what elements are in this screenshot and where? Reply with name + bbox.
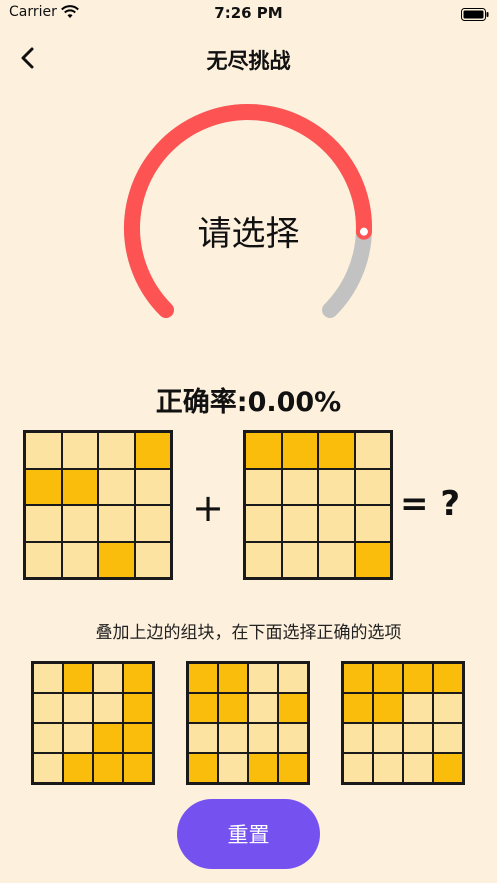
grid-cell <box>124 724 152 752</box>
grid-cell <box>135 506 170 541</box>
grid-cell <box>124 664 152 692</box>
grid-cell <box>219 694 247 722</box>
grid-cell <box>246 542 281 577</box>
grid-cell <box>99 469 134 504</box>
grid-cell <box>219 724 247 752</box>
grid-cell <box>64 754 92 782</box>
grid-cell <box>189 664 217 692</box>
grid-cell <box>249 694 277 722</box>
page-title: 无尽挑战 <box>206 49 291 73</box>
grid-cell <box>355 469 390 504</box>
grid-cell <box>34 754 62 782</box>
grid-cell <box>249 664 277 692</box>
grid-cell <box>99 542 134 577</box>
grid-cell <box>246 469 281 504</box>
gauge-label: 请选择 <box>197 214 300 254</box>
grid-cell <box>246 506 281 541</box>
grid-cell <box>219 664 247 692</box>
grid-cell <box>94 664 122 692</box>
grid-cell <box>94 724 122 752</box>
grid-cell <box>62 433 97 468</box>
grid-cell <box>282 433 317 468</box>
nav-bar: 无尽挑战 <box>0 36 497 80</box>
grid-cell <box>355 542 390 577</box>
grid-cell <box>26 469 61 504</box>
grid-cell <box>135 469 170 504</box>
grid-cell <box>249 724 277 752</box>
grid-cell <box>355 433 390 468</box>
grid-cell <box>344 694 372 722</box>
grid-cell <box>64 664 92 692</box>
reset-button[interactable]: 重置 <box>177 799 320 869</box>
grid-cell <box>374 694 402 722</box>
puzzle-grid-left <box>23 430 173 580</box>
grid-cell <box>374 754 402 782</box>
grid-cell <box>26 433 61 468</box>
answer-option-1[interactable] <box>31 661 155 785</box>
grid-cell <box>282 506 317 541</box>
grid-cell <box>344 754 372 782</box>
grid-cell <box>434 664 462 692</box>
grid-cell <box>249 754 277 782</box>
grid-cell <box>62 542 97 577</box>
grid-cell <box>344 724 372 752</box>
grid-cell <box>135 433 170 468</box>
grid-cell <box>319 469 354 504</box>
grid-cell <box>434 724 462 752</box>
grid-cell <box>434 694 462 722</box>
grid-cell <box>404 664 432 692</box>
grid-cell <box>99 506 134 541</box>
instruction-text: 叠加上边的组块，在下面选择正确的选项 <box>95 623 402 643</box>
grid-cell <box>34 724 62 752</box>
grid-cell <box>34 694 62 722</box>
grid-cell <box>94 754 122 782</box>
accuracy-text: 正确率:0.00% <box>155 387 342 418</box>
grid-cell <box>189 724 217 752</box>
grid-cell <box>64 694 92 722</box>
grid-cell <box>124 694 152 722</box>
grid-cell <box>64 724 92 752</box>
grid-cell <box>124 754 152 782</box>
grid-cell <box>189 694 217 722</box>
grid-cell <box>319 542 354 577</box>
answer-option-3[interactable] <box>341 661 465 785</box>
grid-cell <box>279 754 307 782</box>
puzzle-grid-right <box>243 430 393 580</box>
grid-cell <box>282 542 317 577</box>
grid-cell <box>319 433 354 468</box>
grid-cell <box>26 506 61 541</box>
grid-cell <box>355 506 390 541</box>
grid-cell <box>135 542 170 577</box>
grid-cell <box>404 694 432 722</box>
grid-cell <box>434 754 462 782</box>
plus-sign: + <box>192 486 224 530</box>
clock: 7:26 PM <box>214 4 283 22</box>
grid-cell <box>319 506 354 541</box>
grid-cell <box>99 433 134 468</box>
grid-cell <box>279 664 307 692</box>
grid-cell <box>94 694 122 722</box>
grid-cell <box>344 664 372 692</box>
progress-gauge: 请选择 <box>0 90 497 330</box>
grid-cell <box>374 724 402 752</box>
answer-option-2[interactable] <box>186 661 310 785</box>
grid-cell <box>404 754 432 782</box>
grid-cell <box>279 694 307 722</box>
grid-cell <box>219 754 247 782</box>
grid-cell <box>26 542 61 577</box>
grid-cell <box>279 724 307 752</box>
grid-cell <box>282 469 317 504</box>
reset-label: 重置 <box>227 823 270 847</box>
battery-icon <box>461 6 489 21</box>
grid-cell <box>374 664 402 692</box>
equals-question: = ? <box>400 484 461 524</box>
grid-cell <box>246 433 281 468</box>
status-bar: Carrier 7:26 PM <box>0 0 497 28</box>
grid-cell <box>62 469 97 504</box>
grid-cell <box>34 664 62 692</box>
grid-cell <box>189 754 217 782</box>
grid-cell <box>404 724 432 752</box>
grid-cell <box>62 506 97 541</box>
